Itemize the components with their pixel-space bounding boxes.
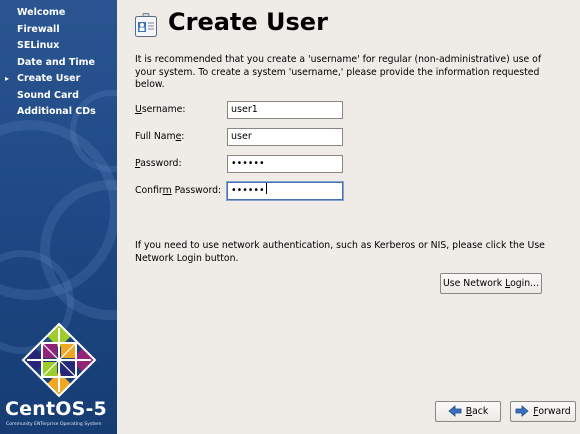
sidebar-nav: Welcome Firewall SELinux Date and Time ▸… <box>0 5 117 121</box>
sidebar-item-label: Firewall <box>17 23 60 35</box>
current-step-arrow-icon: ▸ <box>5 74 10 83</box>
username-field[interactable]: user1 <box>227 101 343 119</box>
sidebar-item-label: Date and Time <box>17 56 95 68</box>
forward-button[interactable]: Forward <box>510 401 576 422</box>
password-value: •••••• <box>231 158 265 169</box>
sidebar-item-additional-cds: Additional CDs <box>0 104 117 121</box>
mnemonic: U <box>135 104 142 115</box>
user-card-icon <box>135 13 157 37</box>
back-button[interactable]: Back <box>435 401 501 422</box>
sidebar-item-welcome: Welcome <box>0 5 117 22</box>
back-arrow-icon <box>448 405 462 417</box>
sidebar-item-date-and-time: Date and Time <box>0 55 117 72</box>
sidebar-item-label: Welcome <box>17 7 66 18</box>
confirm-password-field[interactable]: •••••• <box>227 182 343 200</box>
centos-wordmark: CentOS-5 <box>5 398 107 420</box>
password-label: Password: <box>135 158 182 169</box>
full-name-label: Full Name: <box>135 131 185 142</box>
text-cursor <box>265 183 267 194</box>
sidebar-item-firewall: Firewall <box>0 22 117 39</box>
sidebar-item-create-user: ▸ Create User <box>0 71 117 88</box>
full-name-value: user <box>231 131 252 142</box>
sidebar-item-label: SELinux <box>17 40 60 51</box>
firstboot-window: Welcome Firewall SELinux Date and Time ▸… <box>0 0 580 434</box>
sidebar-item-label: Create User <box>17 73 81 84</box>
intro-text: It is recommended that you create a 'use… <box>135 54 542 90</box>
sidebar-item-selinux: SELinux <box>0 38 117 55</box>
network-auth-text: If you need to use network authenticatio… <box>135 240 545 264</box>
sidebar-item-label: Sound Card <box>17 89 79 101</box>
centos-logo-icon <box>21 322 97 398</box>
sidebar: Welcome Firewall SELinux Date and Time ▸… <box>0 0 117 434</box>
username-label: Username: <box>135 104 186 115</box>
username-value: user1 <box>231 104 258 115</box>
confirm-password-value: •••••• <box>231 185 265 196</box>
confirm-password-label: Confirm Password: <box>135 185 222 196</box>
centos-tagline: Community ENTerprise Operating System <box>6 422 102 427</box>
forward-arrow-icon <box>515 405 529 417</box>
full-name-field[interactable]: user <box>227 128 343 146</box>
sidebar-item-sound-card: Sound Card <box>0 88 117 105</box>
password-field[interactable]: •••••• <box>227 155 343 173</box>
mnemonic: m <box>162 185 172 196</box>
page-title: Create User <box>168 8 328 36</box>
sidebar-item-label: Additional CDs <box>17 106 96 117</box>
use-network-login-button[interactable]: Use Network Login... <box>440 273 542 294</box>
